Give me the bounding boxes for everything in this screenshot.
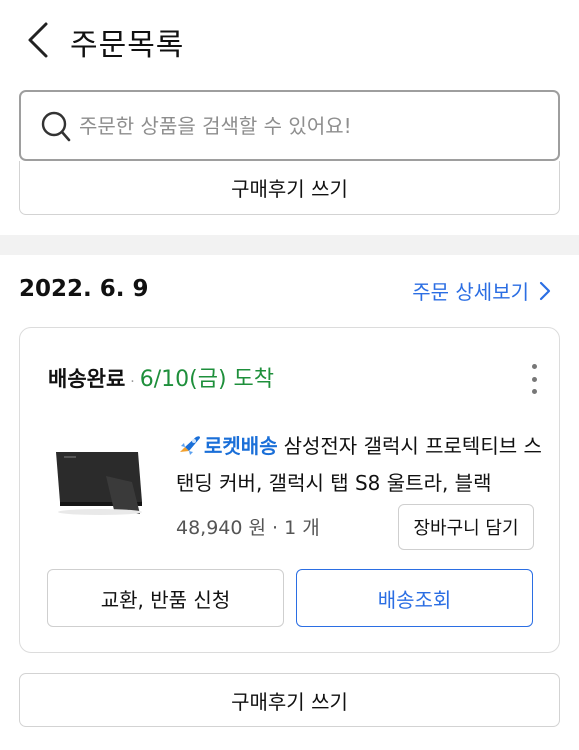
price-quantity: 48,940 원 · 1 개 xyxy=(176,517,320,539)
search-input[interactable] xyxy=(79,106,539,146)
order-detail-link[interactable]: 주문 상세보기 xyxy=(412,276,551,305)
order-list[interactable]: 구매후기 쓰기 2022. 6. 9 주문 상세보기 배송완료 · 6/10(금… xyxy=(0,161,579,750)
product-image[interactable] xyxy=(50,446,146,518)
page-title: 주문목록 xyxy=(70,28,185,63)
order-date: 2022. 6. 9 xyxy=(19,276,149,302)
status-separator: · xyxy=(130,374,135,390)
rocket-delivery-badge: 로켓배송 xyxy=(204,434,278,458)
search-icon xyxy=(41,111,71,142)
search-box[interactable] xyxy=(19,90,560,161)
app-header: 주문목록 xyxy=(0,0,579,82)
chevron-right-icon xyxy=(539,281,551,300)
write-review-button-previous[interactable]: 구매후기 쓰기 xyxy=(19,161,560,215)
delivery-status: 배송완료 · 6/10(금) 도착 xyxy=(48,361,274,393)
exchange-return-button[interactable]: 교환, 반품 신청 xyxy=(47,569,284,627)
more-options-button[interactable] xyxy=(527,364,541,394)
status-label: 배송완료 xyxy=(48,367,126,391)
add-to-cart-button[interactable]: 장바구니 담기 xyxy=(398,504,534,550)
arrival-date: 6/10(금) 도착 xyxy=(139,367,275,392)
back-button[interactable] xyxy=(22,20,54,60)
write-review-button[interactable]: 구매후기 쓰기 xyxy=(19,673,560,727)
product-title[interactable]: 로켓배송 삼성전자 갤럭시 프로텍티브 스탠딩 커버, 갤럭시 탭 S8 울트라,… xyxy=(176,428,546,502)
order-detail-label: 주문 상세보기 xyxy=(412,280,529,304)
order-card: 배송완료 · 6/10(금) 도착 로켓배송 삼성전자 갤럭시 프로텍티브 스탠… xyxy=(19,327,560,653)
product-info[interactable]: 로켓배송 삼성전자 갤럭시 프로텍티브 스탠딩 커버, 갤럭시 탭 S8 울트라,… xyxy=(176,428,546,502)
section-divider xyxy=(0,235,579,255)
track-delivery-button[interactable]: 배송조회 xyxy=(296,569,533,627)
more-vertical-icon xyxy=(531,364,537,369)
chevron-left-icon xyxy=(28,22,48,58)
rocket-icon xyxy=(180,436,200,455)
